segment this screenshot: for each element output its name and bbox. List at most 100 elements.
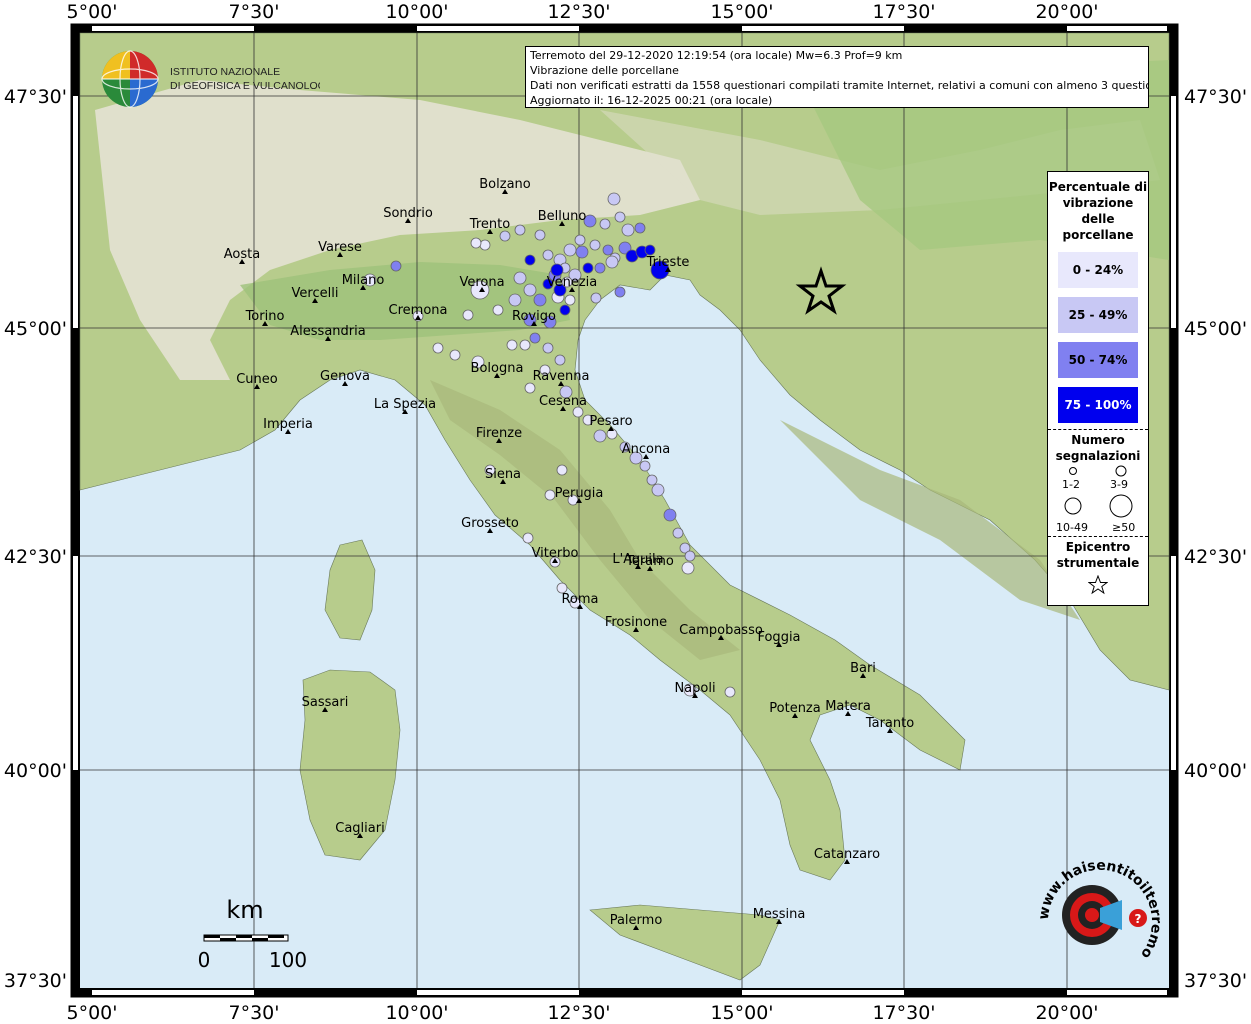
legend-count-3: ≥50 [1112,521,1136,534]
svg-text:?: ? [1135,912,1142,926]
city-label: Trieste [646,255,690,270]
observation-point [556,464,568,476]
lon-label: 20°00' [1035,1,1098,23]
lat-label: 37°30' [4,970,67,992]
lon-label: 5°00' [67,1,118,23]
lat-label: 40°00' [4,760,67,782]
ingv-name-2: DI GEOFISICA E VULCANOLOGIA [170,80,320,92]
lon-label: 7°30' [229,1,280,23]
observation-point [492,304,504,316]
lon-label: 17°30' [872,1,935,23]
legend-title: Percentuale di vibrazione delle porcella… [1048,180,1148,242]
legend-count-0: 1-2 [1062,478,1080,491]
legend-count-2: 10-49 [1056,521,1088,534]
lat-label: 45°00' [4,318,67,340]
observation-point [524,254,536,266]
lon-labels-bottom: 5°00' 7°30' 10°00' 12°30' 15°00' 17°30' … [67,1002,1099,1024]
lat-label: 47°30' [1184,86,1247,108]
info-data-note: Dati non verificati estratti da 1558 que… [530,79,1149,92]
observation-point [724,686,736,698]
observation-point [607,192,621,206]
observation-point [621,223,635,237]
info-box: Terremoto del 29-12-2020 12:19:54 (ora l… [525,46,1149,108]
observation-point [564,294,576,306]
legend-class-2: 50 - 74% [1058,342,1138,378]
observation-point [684,550,696,562]
lat-label: 37°30' [1184,970,1247,992]
observation-point [644,244,656,256]
observation-point [514,224,526,236]
observation-point [513,271,527,285]
observation-point [554,354,566,366]
observation-point [634,222,646,234]
observation-point [602,244,614,256]
observation-point [681,561,695,575]
lat-label: 45°00' [1184,318,1247,340]
legend: Percentuale di vibrazione delle porcella… [1047,171,1149,606]
lon-label: 12°30' [547,1002,610,1024]
lon-label: 15°00' [710,1002,773,1024]
lon-label: 7°30' [229,1002,280,1024]
lon-labels-top: 5°00' 7°30' 10°00' 12°30' 15°00' 17°30' … [67,1,1099,23]
legend-class-1: 25 - 49% [1058,297,1138,333]
observation-point [470,237,482,249]
observation-point [534,229,546,241]
ingv-logo: ISTITUTO NAZIONALE DI GEOFISICA E VULCAN… [101,50,320,108]
observation-point [508,293,522,307]
observation-point [574,234,586,246]
legend-size-grid: 1-2 3-9 10-49 ≥50 [1048,464,1148,536]
observation-point [390,260,402,272]
observation-point [524,382,536,394]
scale-unit: km [226,896,263,924]
ingv-name-1: ISTITUTO NAZIONALE [170,66,280,78]
observation-point [594,262,606,274]
lon-label: 10°00' [385,1,448,23]
lat-labels-right: 47°30' 45°00' 42°30' 40°00' 37°30' [1184,86,1247,992]
observation-point [605,255,619,269]
observation-point [646,474,658,486]
info-event: Terremoto del 29-12-2020 12:19:54 (ora l… [530,49,903,62]
observation-point [582,262,594,274]
city-label: Torino [245,309,285,324]
observation-point [589,239,601,251]
observation-point [542,249,554,261]
observation-point [651,483,665,497]
city-label: Taranto [865,716,914,731]
lat-label: 40°00' [1184,760,1247,782]
observation-point [522,532,534,544]
lat-label: 47°30' [4,86,67,108]
observation-point [663,508,677,522]
observation-point [479,239,491,251]
lat-labels-left: 47°30' 45°00' 42°30' 40°00' 37°30' [4,86,67,992]
lon-label: 10°00' [385,1002,448,1024]
hsit-logo: www.haisentitoilterremoto.it ? [1030,860,1164,962]
lon-label: 20°00' [1035,1002,1098,1024]
observation-point [542,342,554,354]
observation-point [432,342,444,354]
observation-point [590,292,602,304]
legend-epicenter-title: Epicentro strumentale [1056,540,1140,570]
lon-label: 12°30' [547,1,610,23]
scale-label-end: 100 [269,948,307,972]
lon-label: 5°00' [67,1002,118,1024]
observation-point [575,245,589,259]
observation-point [519,339,531,351]
observation-point [563,243,577,257]
observation-point [559,304,571,316]
observation-point [529,332,541,344]
legend-star-icon [1087,574,1109,595]
legend-class-0: 0 - 24% [1058,252,1138,288]
observation-point [614,286,626,298]
observation-point [506,339,518,351]
lon-label: 17°30' [872,1002,935,1024]
observation-point [462,309,474,321]
info-parameter: Vibrazione delle porcellane [530,64,679,77]
lat-label: 42°30' [4,546,67,568]
city-label: Trento [469,217,510,232]
observation-point [599,218,611,230]
observation-point [639,460,651,472]
observation-point [672,527,684,539]
info-updated: Aggiornato il: 16-12-2025 00:21 (ora loc… [530,94,773,107]
observation-point [614,211,626,223]
legend-count-1: 3-9 [1110,478,1128,491]
